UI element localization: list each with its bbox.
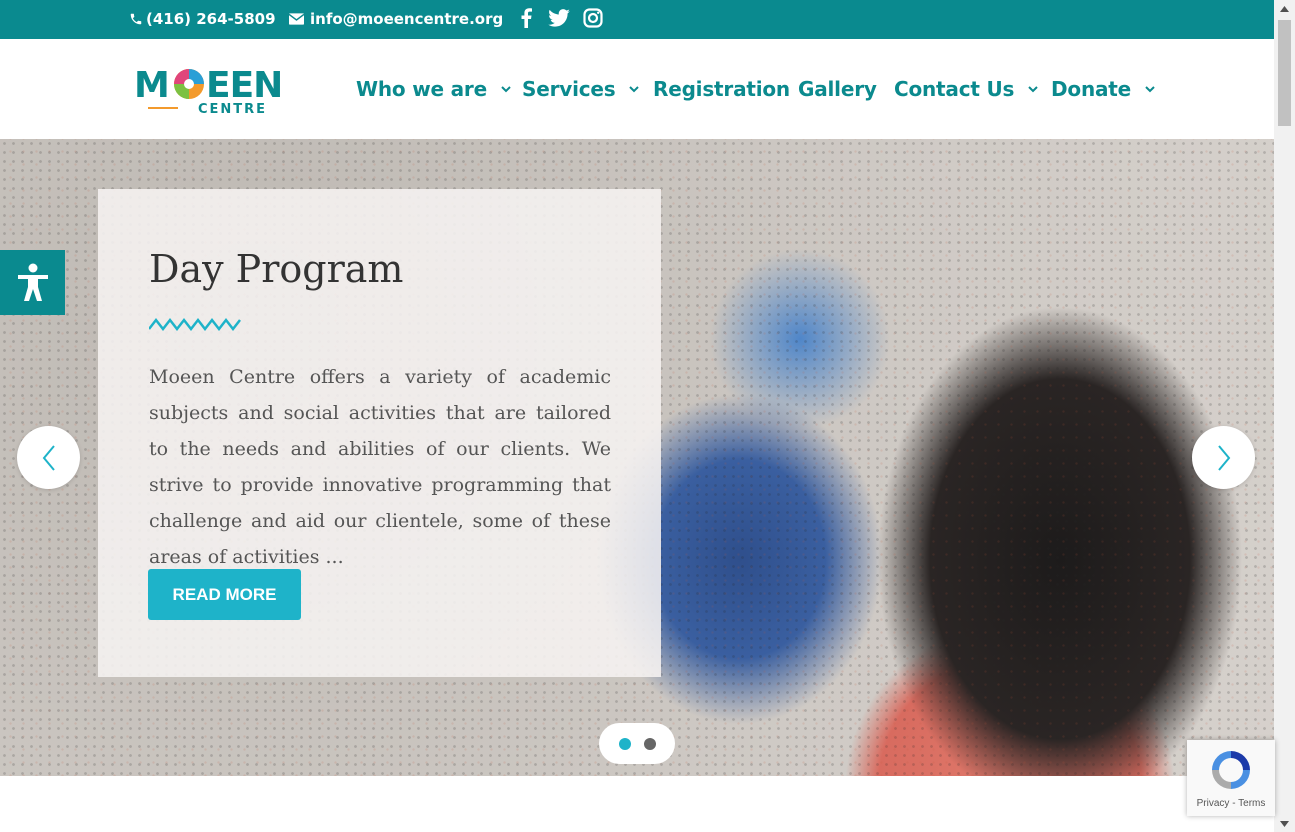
nav-label: Donate [1051, 77, 1132, 101]
recaptcha-separator: - [1229, 798, 1239, 809]
svg-text:EEN: EEN [206, 65, 282, 106]
chevron-left-icon [42, 444, 55, 471]
accessibility-icon [17, 263, 48, 301]
recaptcha-terms-link[interactable]: Terms [1238, 798, 1265, 809]
slide-title: Day Program [149, 247, 404, 291]
nav-donate[interactable]: Donate [1051, 77, 1155, 101]
slider-dot-1[interactable] [618, 737, 631, 750]
phone-link[interactable]: (416) 264-5809 [129, 10, 276, 28]
slide-content-box: Day Program Moeen Centre offers a variet… [98, 189, 661, 677]
top-bar: (416) 264-5809 info@moeencentre.org [0, 0, 1274, 39]
hero-slider: Day Program Moeen Centre offers a variet… [0, 139, 1274, 776]
slider-prev-button[interactable] [17, 426, 80, 489]
nav-label: Contact Us [894, 77, 1015, 101]
page-scrollbar[interactable] [1274, 0, 1295, 832]
svg-text:CENTRE: CENTRE [198, 102, 267, 117]
nav-contact-us[interactable]: Contact Us [894, 77, 1038, 101]
slide-description: Moeen Centre offers a variety of academi… [149, 366, 611, 568]
chevron-right-icon [1217, 444, 1230, 471]
scroll-up-arrow-icon[interactable] [1274, 0, 1295, 17]
read-more-button[interactable]: READ MORE [148, 569, 301, 620]
twitter-icon[interactable] [548, 7, 570, 29]
nav-registration[interactable]: Registration [653, 77, 790, 101]
chevron-down-icon [1145, 86, 1155, 93]
email-link[interactable]: info@moeencentre.org [289, 10, 503, 28]
site-header: M EEN CENTRE Who we are Services Registr… [0, 39, 1274, 139]
nav-who-we-are[interactable]: Who we are [356, 77, 511, 101]
recaptcha-privacy-link[interactable]: Privacy [1197, 798, 1230, 809]
chevron-down-icon [1028, 86, 1038, 93]
chevron-down-icon [501, 86, 511, 93]
nav-label: Services [522, 77, 616, 101]
scrollbar-thumb[interactable] [1278, 20, 1291, 126]
recaptcha-links: Privacy - Terms [1187, 798, 1275, 809]
scroll-down-arrow-icon[interactable] [1274, 815, 1295, 832]
facebook-icon[interactable] [515, 7, 537, 29]
zigzag-divider [149, 317, 241, 331]
site-logo[interactable]: M EEN CENTRE [134, 63, 298, 117]
phone-icon [130, 13, 142, 25]
accessibility-button[interactable] [0, 250, 65, 315]
nav-label: Gallery [798, 77, 877, 101]
nav-services[interactable]: Services [522, 77, 640, 101]
nav-label: Who we are [356, 77, 487, 101]
nav-gallery[interactable]: Gallery [798, 77, 877, 101]
envelope-icon [289, 13, 304, 25]
nav-label: Registration [653, 77, 790, 101]
email-address: info@moeencentre.org [310, 10, 504, 28]
slider-next-button[interactable] [1192, 426, 1255, 489]
recaptcha-badge[interactable]: Privacy - Terms [1187, 740, 1275, 816]
slider-pagination [599, 723, 675, 764]
instagram-icon[interactable] [582, 7, 604, 29]
svg-text:M: M [134, 65, 169, 106]
recaptcha-logo-icon [1212, 751, 1250, 789]
chevron-down-icon [629, 86, 640, 93]
phone-number: (416) 264-5809 [146, 10, 276, 28]
slider-dot-2[interactable] [643, 737, 656, 750]
